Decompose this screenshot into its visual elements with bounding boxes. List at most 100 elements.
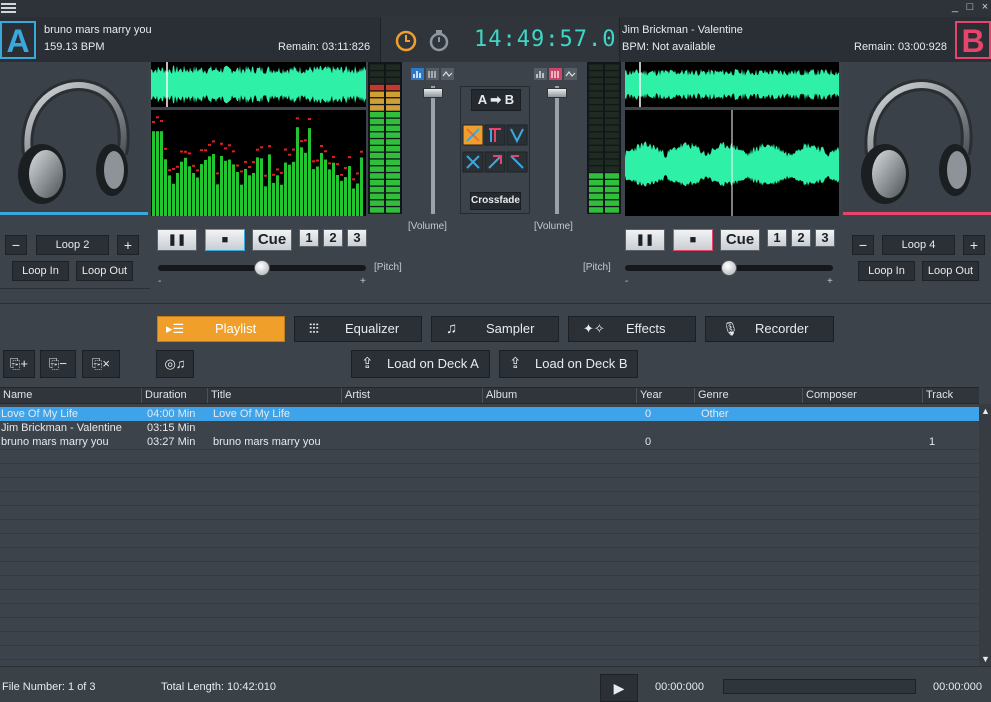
deck-b-loop-plus-button[interactable]: + (963, 235, 985, 255)
deck-a-loop-length: Loop 2 (36, 235, 109, 255)
maximize-button[interactable]: □ (963, 0, 977, 14)
preview-time-end: 00:00:000 (933, 681, 982, 693)
deck-a-volume-fader[interactable] (431, 86, 435, 214)
deck-a-cue-button[interactable]: Cue (252, 229, 292, 251)
table-row[interactable]: bruno mars marry you 03:27 Min bruno mar… (0, 435, 979, 449)
cell-title: bruno mars marry you (213, 436, 321, 448)
preview-time-start: 00:00:000 (655, 681, 704, 693)
remove-file-button[interactable]: ⎘− (40, 350, 76, 378)
divider (0, 288, 150, 289)
deck-a-hotcue-1[interactable]: 1 (299, 229, 319, 247)
preview-progress-bar[interactable] (723, 679, 916, 694)
stop-icon: ■ (221, 234, 229, 246)
upload-icon: ⇪ (361, 355, 374, 372)
deck-b-loop-minus-button[interactable]: − (852, 235, 874, 255)
deck-a-stop-button[interactable]: ■ (205, 229, 245, 251)
stars-icon: ✦✧ (583, 321, 605, 336)
row-separator (0, 603, 979, 604)
cell-title: Love Of My Life (213, 408, 291, 420)
menu-icon[interactable] (1, 1, 16, 15)
tab-label: Effects (626, 321, 666, 336)
row-separator (0, 491, 979, 492)
deck-b-volume-label: [Volume] (534, 221, 573, 232)
deck-a-overview-waveform[interactable] (151, 62, 366, 107)
deck-a-loop-out-button[interactable]: Loop Out (76, 261, 133, 281)
burn-cd-button[interactable]: ◎♫ (156, 350, 194, 378)
column-genre[interactable]: Genre (694, 388, 802, 403)
close-button[interactable]: × (978, 0, 991, 14)
deck-a-volume-knob[interactable] (423, 87, 443, 98)
deck-b-loop-in-button[interactable]: Loop In (858, 261, 915, 281)
playlist-scrollbar[interactable] (979, 404, 991, 666)
deck-b-view-icons[interactable] (534, 68, 578, 81)
file-number: File Number: 1 of 3 (2, 681, 96, 693)
deck-a-hotcue-3[interactable]: 3 (347, 229, 367, 247)
deck-a-letter: A (0, 21, 36, 59)
scroll-up-icon[interactable]: ▲ (981, 406, 990, 416)
deck-b-cue-button[interactable]: Cue (720, 229, 760, 251)
deck-b-volume-knob[interactable] (547, 87, 567, 98)
pause-icon: ❚❚ (635, 234, 655, 246)
crossfade-button[interactable]: Crossfade (470, 192, 521, 210)
load-deck-b-button[interactable]: ⇪ Load on Deck B (499, 350, 638, 378)
deck-b-hotcue-2[interactable]: 2 (791, 229, 811, 247)
deck-b-pause-button[interactable]: ❚❚ (625, 229, 665, 251)
deck-b-zoom-waveform[interactable] (625, 110, 839, 216)
deck-a-loop-minus-button[interactable]: − (5, 235, 27, 255)
button-label: Load on Deck A (387, 356, 479, 371)
deck-b-letter: B (955, 21, 991, 59)
deck-a-view-icons[interactable] (411, 68, 455, 81)
preview-play-button[interactable]: ▶ (600, 674, 638, 702)
column-track[interactable]: Track (922, 388, 979, 403)
stopwatch-icon[interactable] (428, 28, 450, 52)
deck-a-loop-plus-button[interactable]: + (117, 235, 139, 255)
deck-a-artwork (0, 62, 148, 214)
clear-icon: ⎘× (92, 356, 110, 371)
add-file-button[interactable]: ⎘+ (3, 350, 35, 378)
deck-b-loop-length: Loop 4 (882, 235, 955, 255)
deck-b-hotcue-3[interactable]: 3 (815, 229, 835, 247)
deck-b-loop-out-button[interactable]: Loop Out (922, 261, 979, 281)
deck-a-loop-in-button[interactable]: Loop In (12, 261, 69, 281)
column-name[interactable]: Name (0, 388, 141, 403)
deck-b-hotcue-1[interactable]: 1 (767, 229, 787, 247)
table-row[interactable]: Jim Brickman - Valentine 03:15 Min (0, 421, 979, 435)
row-separator (0, 463, 979, 464)
deck-a-hotcue-2[interactable]: 2 (323, 229, 343, 247)
scroll-down-icon[interactable]: ▼ (981, 654, 990, 664)
row-separator (0, 617, 979, 618)
deck-a-pitch-knob[interactable] (254, 260, 270, 276)
headphones-icon (861, 79, 973, 204)
column-title[interactable]: Title (207, 388, 341, 403)
deck-b-track-name: Jim Brickman - Valentine (622, 24, 743, 36)
column-duration[interactable]: Duration (141, 388, 207, 403)
cell-name: bruno mars marry you (1, 436, 109, 448)
deck-a-pause-button[interactable]: ❚❚ (157, 229, 197, 251)
deck-b-overview-waveform[interactable] (625, 62, 839, 107)
tab-sampler[interactable]: ♫ Sampler (431, 316, 559, 342)
crossfade-curves[interactable] (462, 124, 528, 176)
list-icon: ▸☰ (166, 321, 185, 336)
deck-b-underline (843, 212, 991, 215)
deck-b-stop-button[interactable]: ■ (673, 229, 713, 251)
tab-equalizer[interactable]: ⫶⫶⫶ Equalizer (294, 316, 422, 342)
row-separator (0, 477, 979, 478)
clear-playlist-button[interactable]: ⎘× (82, 350, 120, 378)
load-deck-a-button[interactable]: ⇪ Load on Deck A (351, 350, 490, 378)
column-artist[interactable]: Artist (341, 388, 482, 403)
minimize-button[interactable]: _ (948, 0, 962, 14)
play-icon: ▶ (613, 680, 625, 696)
row-separator (0, 645, 979, 646)
tab-recorder[interactable]: 🎙 Recorder (705, 316, 834, 342)
column-composer[interactable]: Composer (802, 388, 922, 403)
table-row[interactable]: Love Of My Life 04:00 Min Love Of My Lif… (0, 407, 979, 421)
deck-b-volume-fader[interactable] (555, 86, 559, 214)
deck-b-pitch-knob[interactable] (721, 260, 737, 276)
tab-playlist[interactable]: ▸☰ Playlist (157, 316, 285, 342)
row-separator (0, 449, 979, 450)
tab-effects[interactable]: ✦✧ Effects (568, 316, 696, 342)
column-year[interactable]: Year (636, 388, 694, 403)
auto-mix-button[interactable]: A ➡ B (471, 89, 521, 111)
clock-icon (395, 30, 417, 52)
column-album[interactable]: Album (482, 388, 636, 403)
